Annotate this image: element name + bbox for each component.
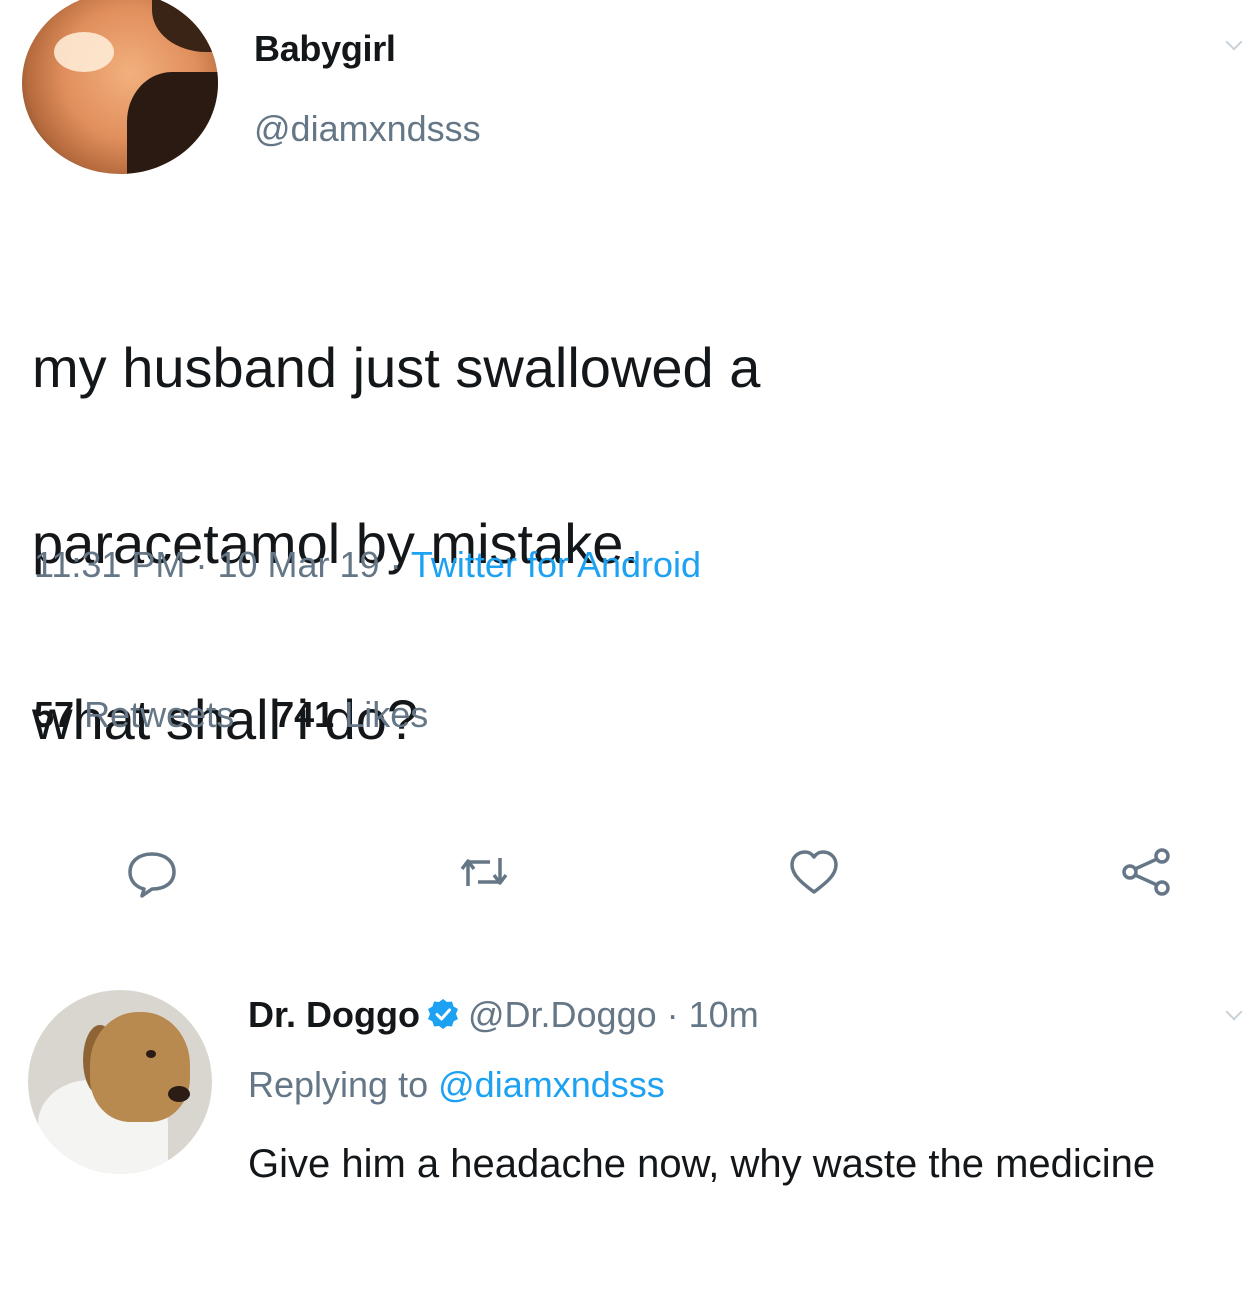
likes-label: Likes	[344, 694, 429, 735]
tweet-stats: 57 Retweets 741 Likes	[34, 694, 428, 736]
tweet-time: 11:31 PM	[34, 544, 186, 585]
author-avatar[interactable]	[22, 0, 218, 174]
tweet-text-line: my husband just swallowed a	[32, 336, 761, 399]
author-display-name[interactable]: Babygirl	[254, 28, 396, 70]
reply-time[interactable]: 10m	[689, 994, 759, 1035]
reply-separator: ·	[666, 994, 679, 1035]
reply-text: Give him a headache now, why waste the m…	[248, 1142, 1156, 1186]
author-handle[interactable]: @diamxndsss	[254, 108, 481, 150]
replying-to-mention[interactable]: @diamxndsss	[438, 1064, 665, 1105]
tweet-meta: 11:31 PM · 10 Mar 19 · Twitter for Andro…	[34, 544, 701, 586]
avatar-dog-nose	[168, 1086, 190, 1102]
reply-handle[interactable]: @Dr.Doggo	[468, 994, 657, 1035]
replying-to-prefix: Replying to	[248, 1064, 429, 1105]
replying-to-line: Replying to @diamxndsss	[248, 1064, 665, 1106]
meta-separator: ·	[389, 544, 402, 585]
likes-stat[interactable]: 741 Likes	[274, 694, 428, 735]
tweet-source-link[interactable]: Twitter for Android	[411, 544, 701, 585]
retweets-count: 57	[34, 694, 75, 735]
avatar-hair	[152, 0, 218, 52]
reply-menu-chevron-icon[interactable]	[1225, 1003, 1243, 1021]
tweet-menu-chevron-icon[interactable]	[1225, 33, 1243, 51]
tweet-actions	[0, 842, 1246, 902]
avatar-dog-eye	[146, 1050, 156, 1058]
share-icon[interactable]	[1116, 842, 1176, 902]
reply-avatar[interactable]	[28, 990, 212, 1174]
reply-icon[interactable]	[122, 842, 182, 902]
retweet-icon[interactable]	[454, 842, 514, 902]
reply-display-name[interactable]: Dr. Doggo	[248, 994, 420, 1035]
retweets-stat[interactable]: 57 Retweets	[34, 694, 234, 735]
reply-header: Dr. Doggo @Dr.Doggo · 10m	[248, 994, 759, 1036]
avatar-dog-head	[90, 1012, 190, 1122]
meta-separator: ·	[195, 544, 208, 585]
tweet-date: 10 Mar 19	[217, 544, 380, 585]
avatar-shadow	[127, 72, 218, 174]
verified-badge-icon	[426, 997, 460, 1031]
like-icon[interactable]	[784, 842, 844, 902]
retweets-label: Retweets	[84, 694, 235, 735]
avatar-highlight	[54, 32, 114, 72]
likes-count: 741	[274, 694, 335, 735]
